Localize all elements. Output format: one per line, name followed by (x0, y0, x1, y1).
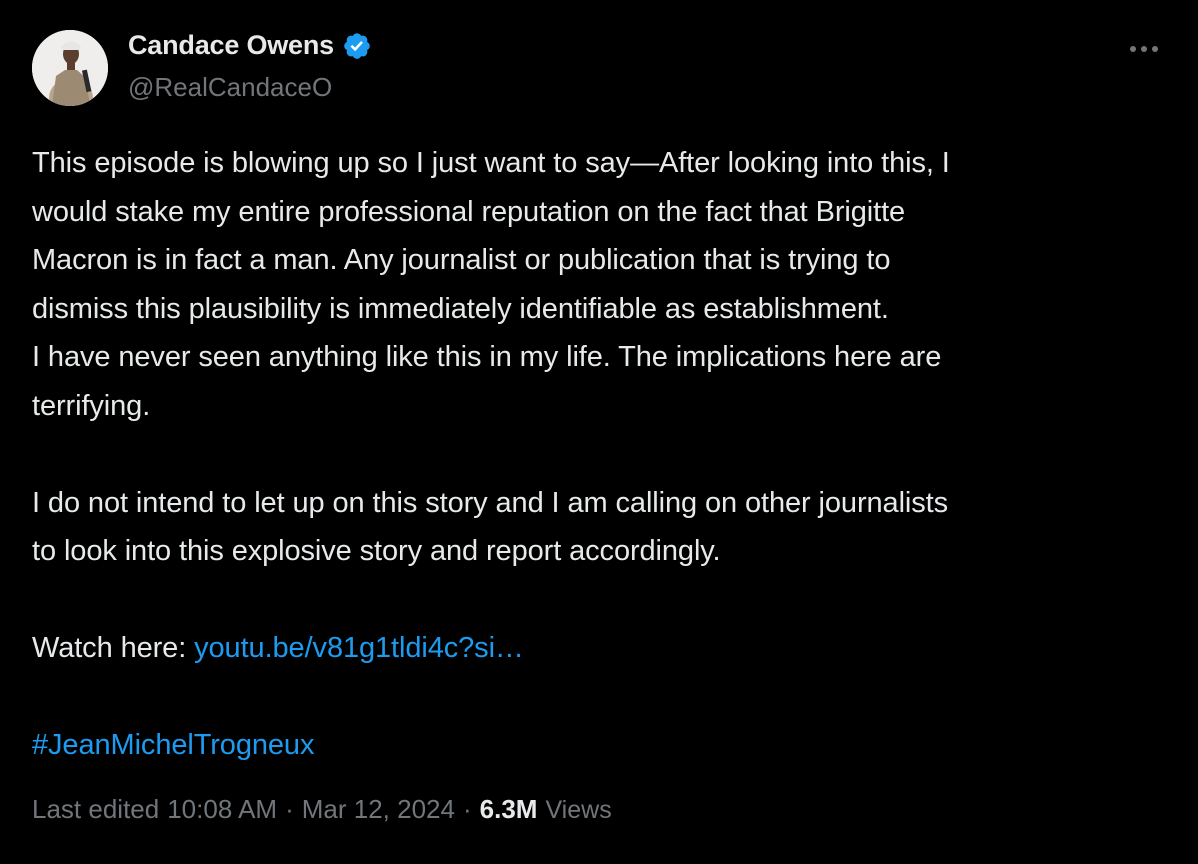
more-icon[interactable] (1124, 34, 1164, 64)
tweet-meta: Last edited 10:08 AM · Mar 12, 2024 · 6.… (32, 794, 612, 825)
more-dot (1152, 46, 1158, 52)
avatar[interactable] (32, 30, 108, 106)
hashtag-link[interactable]: #JeanMichelTrogneux (32, 729, 314, 761)
last-edited-label[interactable]: Last edited (32, 794, 159, 825)
views-count[interactable]: 6.3M (480, 794, 538, 825)
meta-separator: · (285, 794, 294, 824)
text-line: to look into this explosive story and re… (32, 535, 721, 567)
meta-separator: · (462, 794, 472, 824)
verified-badge-icon[interactable] (342, 31, 372, 61)
avatar-image (32, 30, 108, 106)
more-dot (1130, 46, 1136, 52)
author-name-row: Candace Owens (128, 30, 372, 61)
more-dot (1141, 46, 1147, 52)
text-line: This episode is blowing up so I just wan… (32, 147, 950, 179)
tweet: Candace Owens @RealCandaceO This episode… (0, 0, 1198, 864)
hashtag-line: #JeanMichelTrogneux (32, 721, 1172, 770)
paragraph-2: I do not intend to let up on this story … (32, 479, 1172, 576)
paragraph-1: This episode is blowing up so I just wan… (32, 139, 1172, 430)
text-line: Macron is in fact a man. Any journalist … (32, 244, 891, 276)
text-line: dismiss this plausibility is immediately… (32, 292, 889, 325)
tweet-text: This episode is blowing up so I just wan… (32, 139, 1172, 770)
tweet-date[interactable]: Mar 12, 2024 (302, 794, 455, 825)
author-handle[interactable]: @RealCandaceO (128, 72, 332, 103)
watch-line: Watch here: youtu.be/v81g1tldi4c?si… (32, 624, 1172, 673)
tweet-time[interactable]: 10:08 AM (167, 794, 277, 825)
text-line: I do not intend to let up on this story … (32, 486, 949, 519)
text-line: I have never seen anything like this in … (32, 341, 942, 373)
youtube-link[interactable]: youtu.be/v81g1tldi4c?si… (194, 632, 524, 664)
text-line: terrifying. (32, 389, 151, 422)
views-label[interactable]: Views (545, 796, 611, 825)
text-line: would stake my entire professional reput… (32, 195, 906, 228)
display-name[interactable]: Candace Owens (128, 30, 334, 61)
watch-prefix: Watch here: (32, 632, 195, 664)
